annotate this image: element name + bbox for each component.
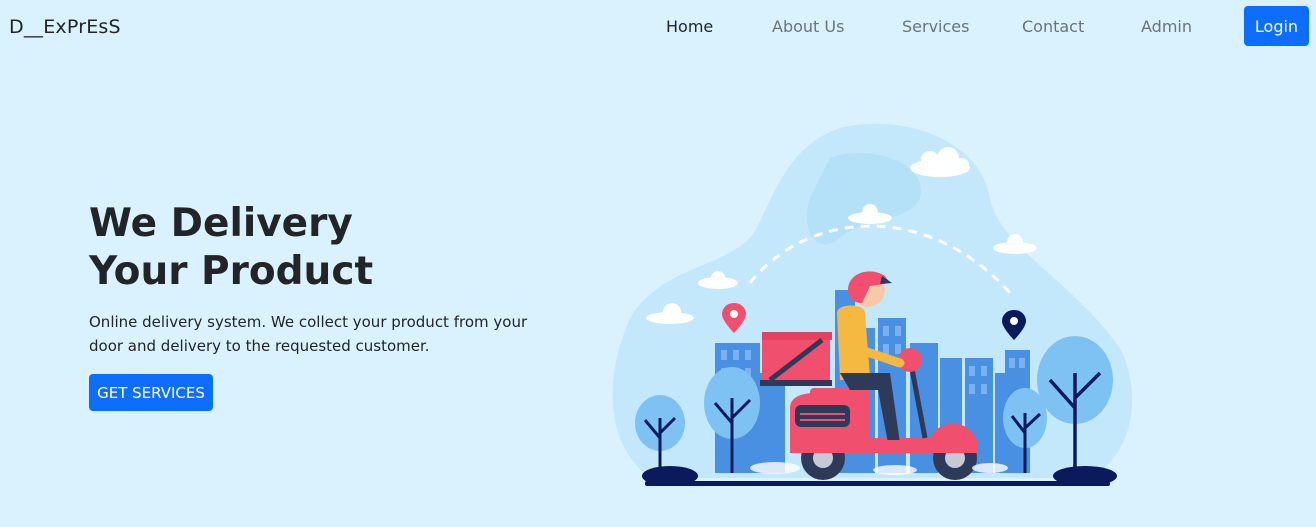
hero-title-line-2: Your Product bbox=[89, 249, 374, 294]
nav-link-about-us[interactable]: About Us bbox=[772, 17, 844, 36]
nav-link-home[interactable]: Home bbox=[666, 17, 713, 36]
nav-link-admin[interactable]: Admin bbox=[1141, 17, 1192, 36]
login-button[interactable]: Login bbox=[1244, 6, 1309, 46]
brand-logo[interactable]: D__ExPrEsS bbox=[9, 16, 121, 38]
get-services-button[interactable]: GET SERVICES bbox=[89, 374, 213, 411]
hero-title-line-1: We Delivery bbox=[89, 201, 353, 246]
hero-description: Online delivery system. We collect your … bbox=[89, 313, 528, 355]
nav-link-services[interactable]: Services bbox=[902, 17, 969, 36]
delivery-box-icon bbox=[760, 332, 832, 386]
nav-link-contact[interactable]: Contact bbox=[1022, 17, 1084, 36]
hero-title: We Delivery Your Product bbox=[89, 200, 373, 296]
road-line bbox=[645, 481, 1110, 486]
navbar: D__ExPrEsS Home About Us Services Contac… bbox=[0, 0, 1316, 54]
delivery-scooter-illustration bbox=[612, 123, 1133, 486]
